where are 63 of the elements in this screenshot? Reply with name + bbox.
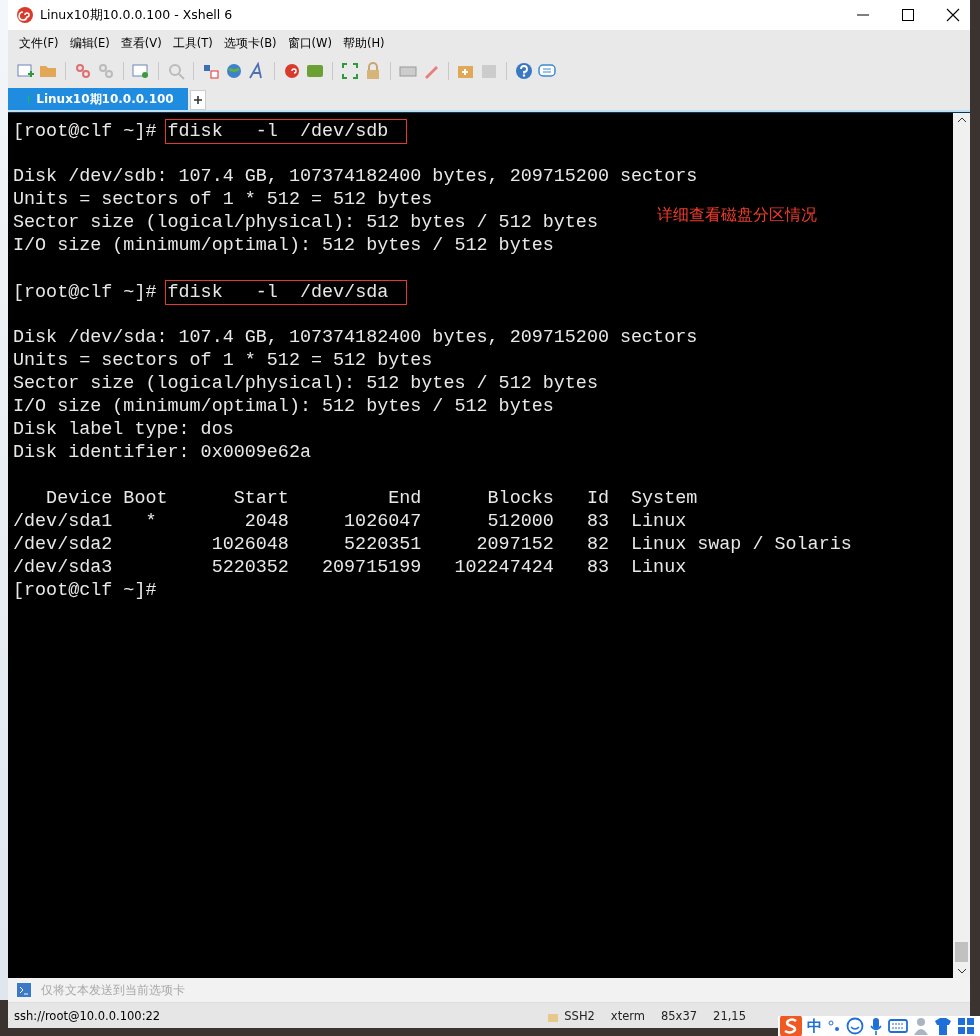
output-line: Units = sectors of 1 * 512 = 512 bytes bbox=[13, 350, 433, 371]
spiral-icon[interactable] bbox=[283, 62, 301, 80]
window-gear-icon[interactable] bbox=[132, 62, 150, 80]
window-title: Linux10期10.0.0.100 - Xshell 6 bbox=[40, 6, 233, 24]
scroll-up-icon[interactable] bbox=[956, 117, 967, 123]
output-line: Disk identifier: 0x0009e62a bbox=[13, 442, 311, 463]
s-logo-icon[interactable] bbox=[780, 1016, 802, 1036]
spiral-logo-icon bbox=[16, 6, 34, 24]
menu-item[interactable]: 工具(T) bbox=[172, 35, 213, 51]
input-mode-label[interactable]: 中 bbox=[807, 1016, 822, 1036]
layout-icon[interactable] bbox=[202, 62, 220, 80]
person-icon[interactable] bbox=[913, 1017, 929, 1035]
help-icon[interactable] bbox=[515, 62, 533, 80]
menu-item[interactable]: 窗口(W) bbox=[287, 35, 332, 51]
shell-prompt: [root@clf ~]# bbox=[13, 580, 158, 601]
microphone-icon[interactable] bbox=[869, 1017, 883, 1035]
menu-item[interactable]: 查看(V) bbox=[120, 35, 162, 51]
scroll-thumb[interactable] bbox=[955, 942, 968, 962]
session-tab[interactable]: Linux10期10.0.0.100 bbox=[8, 88, 188, 110]
shell-prompt: [root@clf ~]# bbox=[13, 121, 158, 142]
output-line: Device Boot Start End Blocks Id System bbox=[45, 488, 698, 509]
globe-icon[interactable] bbox=[225, 62, 243, 80]
scroll-down-icon[interactable] bbox=[956, 968, 967, 974]
scrollbar[interactable] bbox=[953, 113, 970, 978]
fullscreen-icon[interactable] bbox=[341, 62, 359, 80]
shirt-icon[interactable] bbox=[934, 1017, 952, 1035]
grid-icon[interactable] bbox=[957, 1017, 975, 1035]
link-icon[interactable] bbox=[74, 62, 92, 80]
output-line: /dev/sda3 5220352 209715199 102247424 83 Linux bbox=[13, 557, 687, 578]
status-item: SSH2 bbox=[564, 1008, 595, 1023]
status-item: 21,15 bbox=[713, 1008, 746, 1023]
send-text-field[interactable]: 仅将文本发送到当前选项卡 bbox=[39, 979, 970, 1001]
status-item: 85x37 bbox=[661, 1008, 698, 1023]
terminal-icon bbox=[17, 983, 31, 997]
terminal-screen[interactable] bbox=[8, 112, 970, 978]
output-line: Disk /dev/sda: 107.4 GB, 107374182400 bytes, 209715200 sectors bbox=[13, 327, 698, 348]
new-session-icon[interactable] bbox=[16, 62, 34, 80]
menu-item[interactable]: 文件(F) bbox=[19, 35, 59, 51]
menu-item[interactable]: 编辑(E) bbox=[69, 35, 110, 51]
status-item: xterm bbox=[610, 1008, 645, 1023]
maximize-icon[interactable] bbox=[901, 8, 915, 22]
output-line: /dev/sda1 * 2048 1026047 512000 83 Linux bbox=[13, 511, 687, 532]
lock-icon[interactable] bbox=[364, 62, 382, 80]
chat-icon[interactable] bbox=[538, 62, 556, 80]
highlighted-command: fdisk -l /dev/sda bbox=[164, 280, 408, 305]
output-line: Disk label type: dos bbox=[13, 419, 234, 440]
smiley-icon[interactable] bbox=[846, 1017, 864, 1035]
output-line: I/O size (minimum/optimal): 512 bytes / 512 bytes bbox=[13, 235, 554, 256]
menu-item[interactable]: 选项卡(B) bbox=[223, 35, 277, 51]
connection-address: ssh://root@10.0.0.100:22 bbox=[14, 1008, 161, 1023]
menu-item[interactable]: 帮助(H) bbox=[342, 35, 385, 51]
highlighted-command: fdisk -l /dev/sdb bbox=[164, 119, 408, 144]
close-icon[interactable] bbox=[946, 8, 960, 22]
output-line: /dev/sda2 1026048 5220351 2097152 82 Linux swap / Solaris bbox=[13, 534, 852, 555]
add-tab-icon[interactable] bbox=[190, 90, 206, 110]
shell-prompt: [root@clf ~]# bbox=[13, 282, 158, 303]
output-line: Sector size (logical/physical): 512 bytes / 512 bytes bbox=[13, 212, 598, 233]
output-line: Disk /dev/sdb: 107.4 GB, 107374182400 bytes, 209715200 sectors bbox=[13, 166, 698, 187]
output-line: Sector size (logical/physical): 512 bytes / 512 bytes bbox=[13, 373, 598, 394]
annotation-text: 详细查看磁盘分区情况 bbox=[657, 204, 817, 226]
punctuation-icon[interactable] bbox=[827, 1018, 841, 1034]
output-line: Units = sectors of 1 * 512 = 512 bytes bbox=[13, 189, 433, 210]
output-line: I/O size (minimum/optimal): 512 bytes / 512 bytes bbox=[13, 396, 554, 417]
